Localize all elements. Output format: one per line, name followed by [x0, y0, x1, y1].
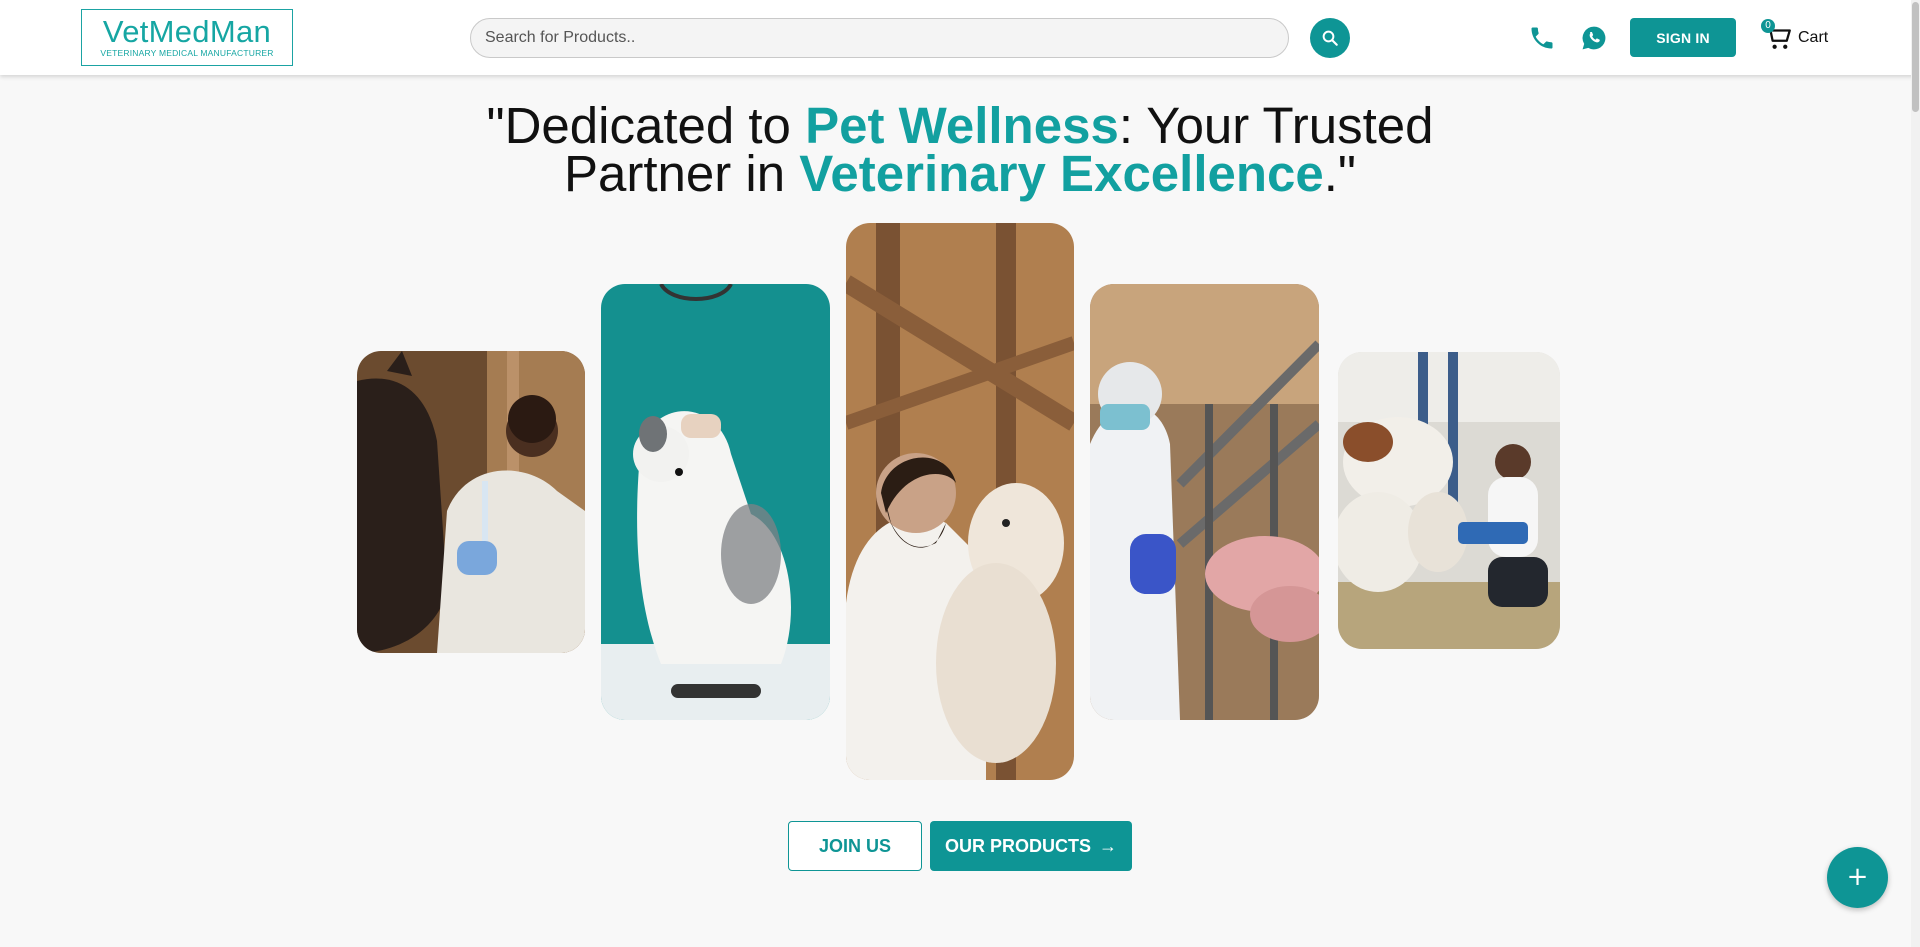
cart-button[interactable]: 0 Cart — [1761, 18, 1829, 58]
search-input[interactable] — [470, 18, 1289, 58]
cart-icon-wrap: 0 — [1761, 19, 1794, 53]
vet-with-pigs-image — [1090, 284, 1319, 720]
search-icon — [1322, 30, 1338, 46]
phone-button[interactable] — [1526, 18, 1558, 58]
join-us-button[interactable]: JOIN US — [788, 821, 922, 871]
cart-label: Cart — [1798, 29, 1829, 46]
sign-in-button[interactable]: SIGN IN — [1630, 18, 1736, 57]
our-products-button[interactable]: OUR PRODUCTS → — [930, 821, 1132, 871]
brand-tagline: VETERINARY MEDICAL MANUFACTURER — [100, 48, 274, 58]
floating-add-button[interactable]: + — [1827, 847, 1888, 908]
whatsapp-icon — [1582, 26, 1606, 50]
site-header: VetMedMan VETERINARY MEDICAL MANUFACTURE… — [0, 0, 1920, 75]
arrow-right-icon: → — [1099, 835, 1117, 856]
cart-count-badge: 0 — [1761, 19, 1775, 33]
phone-icon — [1531, 27, 1553, 49]
vet-with-horse-image — [357, 351, 585, 653]
page-scrollbar[interactable] — [1911, 0, 1920, 947]
vet-with-dog-image — [601, 284, 830, 720]
search-button[interactable] — [1310, 18, 1350, 58]
hero-highlight-veterinary-excellence: Veterinary Excellence — [799, 145, 1324, 202]
vet-with-lamb-image — [846, 223, 1074, 780]
brand-name: VetMedMan — [102, 14, 272, 49]
hero-text-3: ." — [1323, 145, 1357, 202]
our-products-label: OUR PRODUCTS — [944, 835, 1091, 856]
vet-with-cows-image — [1338, 352, 1560, 649]
scrollbar-thumb[interactable] — [1912, 2, 1919, 112]
whatsapp-button[interactable] — [1578, 18, 1610, 58]
brand-logo[interactable]: VetMedMan VETERINARY MEDICAL MANUFACTURE… — [81, 9, 293, 66]
hero-heading: "Dedicated to Pet Wellness: Your Trusted… — [460, 100, 1460, 199]
